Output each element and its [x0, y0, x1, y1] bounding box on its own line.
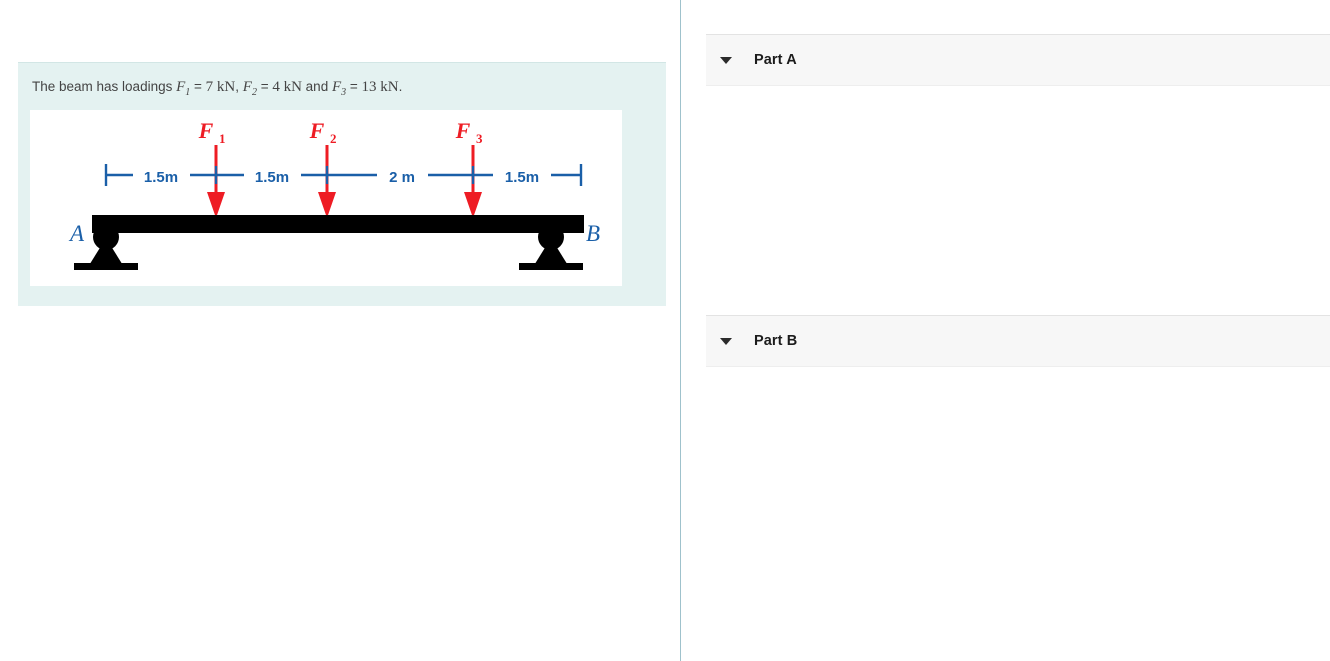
load-2-value: 4 kN: [272, 79, 302, 95]
load-3-value: 13 kN: [361, 79, 399, 95]
load-2-symbol: F2: [242, 79, 257, 98]
load-3-symbol: F3: [331, 79, 347, 98]
svg-text:1: 1: [219, 131, 226, 146]
part-a-header[interactable]: Part A: [706, 34, 1330, 86]
beam-diagram-figure: F 1 F 2 F 3 1.5m 1.5m 2 m 1.5m A B: [30, 110, 622, 286]
problem-pane: The beam has loadings F1 = 7 kN, F2 = 4 …: [0, 0, 681, 661]
beam-body: [92, 215, 584, 233]
svg-text:F: F: [198, 118, 214, 143]
page-root: The beam has loadings F1 = 7 kN, F2 = 4 …: [0, 0, 1330, 661]
dimension-label-4: 1.5m: [505, 169, 539, 186]
svg-text:2: 2: [330, 131, 337, 146]
support-label-b: B: [586, 221, 600, 246]
problem-statement-suffix: .: [398, 79, 403, 94]
dimension-label-3: 2 m: [389, 169, 415, 186]
dimension-label-2: 1.5m: [255, 169, 289, 186]
force-label-2: F 2: [309, 118, 337, 146]
problem-statement-prefix: The beam has loadings: [32, 79, 177, 94]
load-1-equals: =: [190, 79, 206, 94]
load-3-equals: =: [346, 79, 362, 94]
load-2-equals: =: [256, 79, 273, 94]
chevron-down-icon[interactable]: [720, 337, 732, 345]
statement-joiner-1: ,: [235, 79, 243, 94]
chevron-down-icon[interactable]: [720, 56, 732, 64]
support-label-a: A: [68, 221, 85, 246]
dimension-label-1: 1.5m: [144, 169, 178, 186]
force-label-3: F 3: [455, 118, 483, 146]
svg-text:F: F: [309, 118, 325, 143]
answer-pane: Part A Determine the magnitude of the re…: [682, 0, 1330, 661]
part-b-title: Part B: [754, 333, 798, 349]
force-label-1: F 1: [198, 118, 226, 146]
beam-diagram-svg: F 1 F 2 F 3 1.5m 1.5m 2 m 1.5m A B: [68, 118, 600, 270]
problem-card: The beam has loadings F1 = 7 kN, F2 = 4 …: [18, 62, 666, 306]
part-b-header[interactable]: Part B: [706, 315, 1330, 367]
svg-text:3: 3: [476, 131, 483, 146]
problem-statement: The beam has loadings F1 = 7 kN, F2 = 4 …: [18, 63, 666, 110]
statement-joiner-2: and: [301, 79, 332, 94]
svg-text:F: F: [455, 118, 471, 143]
load-1-symbol: F1: [176, 79, 191, 98]
part-a-title: Part A: [754, 52, 797, 68]
load-1-value: 7 kN: [205, 79, 236, 95]
